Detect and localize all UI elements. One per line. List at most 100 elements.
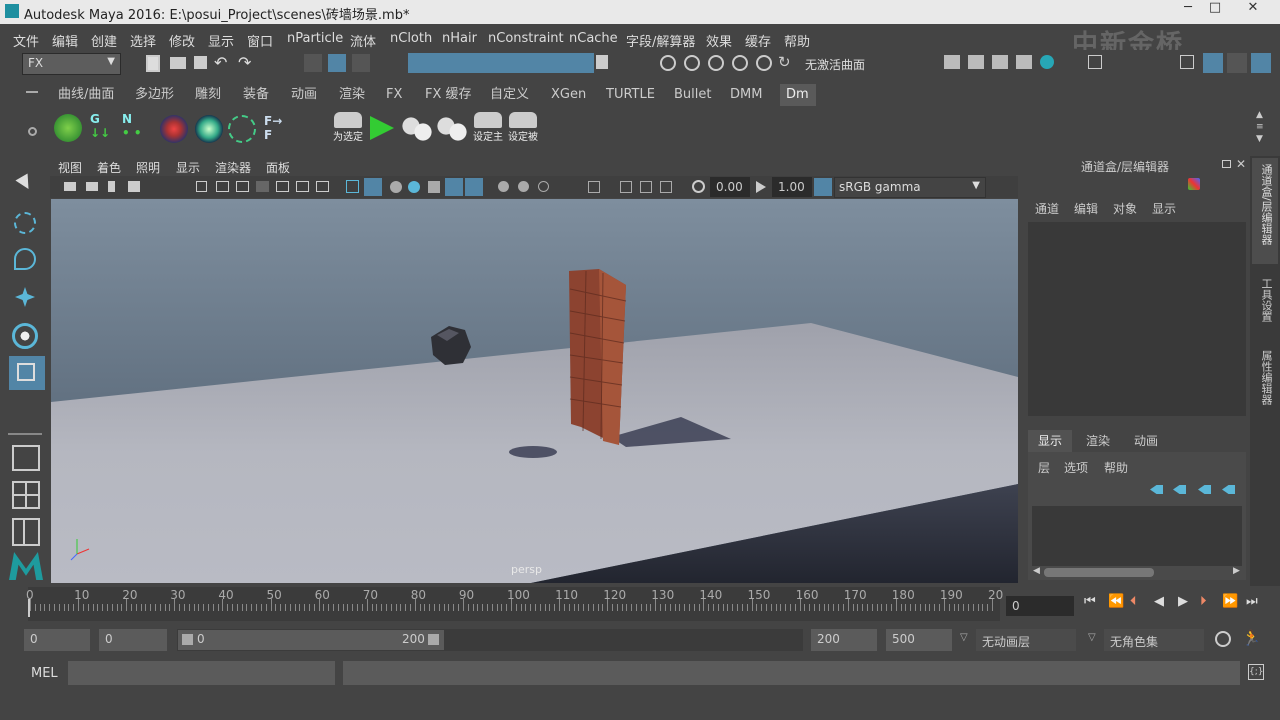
panel-menu-renderer[interactable]: 渲染器 [215, 159, 251, 176]
brick-wall[interactable] [569, 269, 627, 445]
layer-list[interactable] [1032, 506, 1242, 566]
film-gate-icon[interactable] [216, 181, 229, 192]
perspective-viewport[interactable]: persp [51, 199, 1018, 583]
dm-set-selected-button[interactable]: 为选定 [330, 112, 366, 148]
step-back-key-icon[interactable]: ⏪ [1108, 594, 1124, 609]
panel-menu-view[interactable]: 视图 [58, 159, 82, 176]
tab-animation[interactable]: 动画 [285, 84, 323, 106]
select-object-icon[interactable] [328, 54, 346, 72]
menu-create[interactable]: 创建 [91, 31, 117, 50]
layer-menu-layers[interactable]: 层 [1038, 459, 1050, 476]
channel-menu-object[interactable]: 对象 [1113, 200, 1137, 217]
lasso-icon[interactable] [708, 55, 724, 71]
two-pane-layout-icon[interactable] [12, 518, 40, 546]
gate-mask-icon[interactable] [256, 181, 269, 192]
end-time-field[interactable]: 500 [886, 629, 952, 651]
menu-nparticle[interactable]: nParticle [287, 31, 343, 46]
channel-menu-edit[interactable]: 编辑 [1074, 200, 1098, 217]
new-scene-icon[interactable] [146, 55, 160, 72]
channel-list[interactable] [1028, 222, 1246, 416]
close-panel-icon[interactable]: ✕ [1236, 157, 1246, 171]
save-scene-icon[interactable] [194, 56, 207, 69]
gamma-icon[interactable] [756, 181, 766, 193]
view-transform-icon[interactable] [814, 178, 832, 196]
lasso-icon[interactable] [756, 55, 772, 71]
layer-menu-options[interactable]: 选项 [1064, 459, 1088, 476]
menu-nconstraint[interactable]: nConstraint [488, 31, 564, 46]
live-surface-field[interactable]: 无激活曲面 [800, 53, 898, 75]
bookmark-icon[interactable] [108, 181, 115, 192]
shelf-scroll-menu-icon[interactable]: ≡ [1256, 122, 1264, 132]
play-simulation-icon[interactable] [370, 116, 394, 140]
step-forward-key-icon[interactable]: ⏩ [1222, 594, 1238, 609]
lock-icon[interactable] [596, 55, 608, 69]
float-panel-icon[interactable] [1222, 160, 1231, 168]
tab-custom[interactable]: 自定义 [484, 84, 535, 106]
layer-scroll-left-icon[interactable]: ◀ [1033, 566, 1040, 576]
ambient-occlusion-icon[interactable] [465, 178, 483, 196]
step-back-frame-icon[interactable]: ⏴ [1130, 594, 1137, 609]
tab-xgen[interactable]: XGen [545, 84, 592, 106]
step-forward-frame-icon[interactable]: ⏵ [1200, 594, 1207, 609]
go-to-start-icon[interactable]: ⏮ [1084, 594, 1096, 609]
shelf-scroll-down-icon[interactable]: ▼ [1256, 134, 1263, 144]
menu-file[interactable]: 文件 [13, 31, 39, 50]
bowling-pins-icon[interactable] [402, 114, 432, 144]
rotate-tool-icon[interactable] [12, 323, 38, 349]
character-set-dropdown[interactable]: 无角色集 [1104, 629, 1204, 651]
lasso-icon[interactable] [660, 55, 676, 71]
xray-components-icon[interactable] [660, 181, 672, 193]
safe-title-icon[interactable] [316, 181, 329, 192]
select-hierarchy-icon[interactable] [304, 54, 322, 72]
move-tool-icon[interactable] [15, 287, 35, 307]
depth-of-field-icon[interactable] [538, 181, 549, 192]
panel-menu-lighting[interactable]: 照明 [136, 159, 160, 176]
default-material-icon[interactable] [390, 181, 402, 193]
dm-vortex-icon[interactable] [228, 115, 256, 143]
render-settings-icon[interactable] [944, 55, 960, 69]
exposure-field[interactable]: 0.00 [710, 177, 750, 197]
motion-blur-icon[interactable] [498, 181, 509, 192]
command-language-label[interactable]: MEL [31, 666, 58, 681]
menu-nhair[interactable]: nHair [442, 31, 477, 46]
playback-start-field[interactable]: 0 [99, 629, 167, 651]
dm-radial-icon[interactable] [160, 115, 188, 143]
open-scene-icon[interactable] [170, 57, 186, 69]
lasso-tool-icon[interactable] [14, 212, 36, 234]
script-editor-icon[interactable]: {;} [1248, 664, 1264, 680]
tab-fx[interactable]: FX [380, 84, 408, 106]
undo-icon[interactable]: ↶ [214, 53, 232, 72]
playback-end-field[interactable]: 200 [811, 629, 877, 651]
attribute-editor-toggle-icon[interactable] [1227, 53, 1247, 73]
xray-joints-icon[interactable] [640, 181, 652, 193]
smooth-shade-icon[interactable] [364, 178, 382, 196]
lasso-icon[interactable] [684, 55, 700, 71]
channel-menu-show[interactable]: 显示 [1152, 200, 1176, 217]
maximize-button[interactable]: □ [1201, 0, 1229, 18]
isolate-select-icon[interactable] [588, 181, 600, 193]
dm-set-main-button[interactable]: 设定主 [470, 112, 506, 148]
play-forwards-icon[interactable]: ▶ [1178, 594, 1188, 609]
menu-select[interactable]: 选择 [130, 31, 156, 50]
four-pane-layout-icon[interactable] [12, 481, 40, 509]
menu-ncloth[interactable]: nCloth [390, 31, 432, 46]
tab-dmm[interactable]: DMM [724, 84, 768, 106]
hypershade-icon[interactable] [1040, 55, 1054, 69]
chevron-down-icon[interactable]: ▽ [1088, 632, 1096, 643]
tab-polygons[interactable]: 多边形 [129, 84, 180, 106]
dm-gravity-icon[interactable]: G ↓↓ [90, 112, 116, 142]
command-input[interactable] [68, 661, 335, 685]
dm-spiral-icon[interactable] [54, 114, 82, 142]
channel-box-icon[interactable] [1188, 178, 1200, 190]
menu-cache[interactable]: 缓存 [745, 31, 771, 50]
color-space-dropdown[interactable]: sRGB gamma ▼ [834, 177, 986, 198]
dm-newton-icon[interactable]: N • • [122, 112, 150, 142]
side-tab-tool-settings[interactable]: 工具设置 [1252, 272, 1278, 336]
modeling-toolkit-icon[interactable] [1180, 55, 1194, 69]
layer-scroll-right-icon[interactable]: ▶ [1233, 566, 1240, 576]
lasso-icon[interactable] [732, 55, 748, 71]
shelf-options-icon[interactable] [28, 127, 37, 136]
start-time-field[interactable]: 0 [24, 629, 90, 651]
side-tab-channel-box[interactable]: 通道盒/层编辑器 [1252, 158, 1278, 264]
menu-windows[interactable]: 窗口 [247, 31, 273, 50]
